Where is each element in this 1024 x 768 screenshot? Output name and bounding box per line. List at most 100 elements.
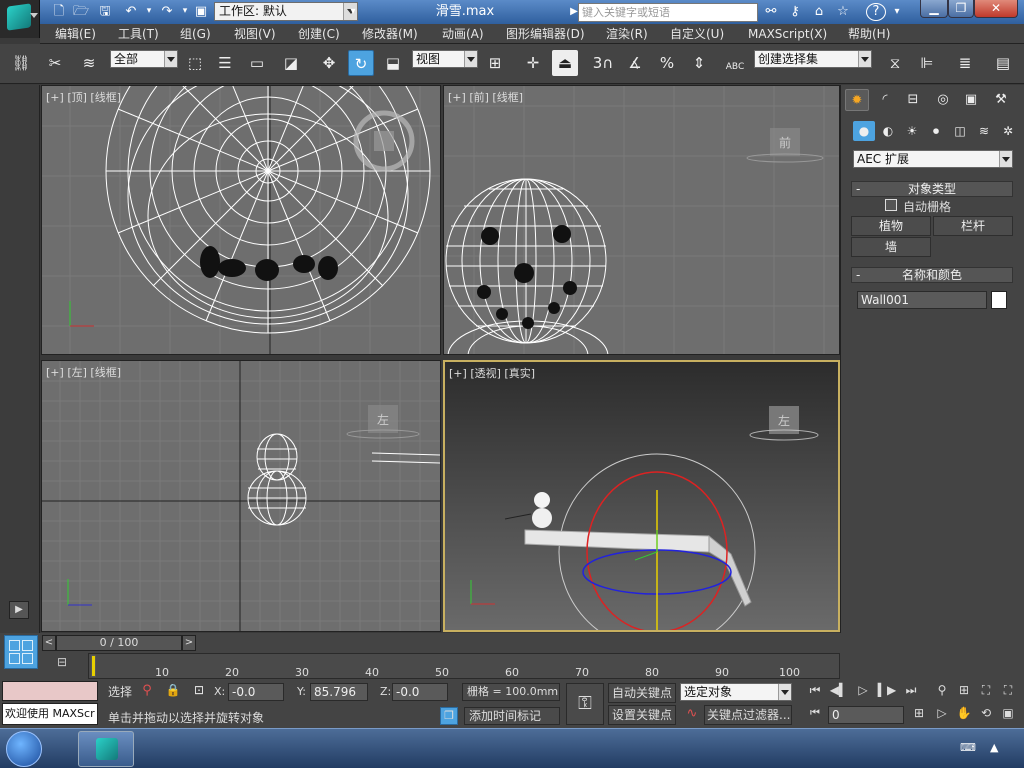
time-tag-icon[interactable]: ❐ xyxy=(440,707,458,725)
search-input[interactable]: 键入关键字或短语 xyxy=(578,3,758,22)
trackbar[interactable]: 10 20 30 40 50 60 70 80 90 100 xyxy=(88,653,840,679)
wall-button[interactable]: 墙 xyxy=(851,237,931,257)
link-icon[interactable]: ⛓ xyxy=(8,50,34,76)
viewport-top-label[interactable]: [+] [顶] [线框] xyxy=(46,89,121,105)
edit-named-selection-icon[interactable]: ABC xyxy=(722,50,748,76)
viewport-left-label[interactable]: [+] [左] [线框] xyxy=(46,364,121,380)
menu-rendering[interactable]: 渲染(R) xyxy=(606,26,648,42)
key-search-icon[interactable]: ⚷ xyxy=(786,3,804,20)
foliage-button[interactable]: 植物 xyxy=(851,216,931,236)
space-warps-icon[interactable]: ≋ xyxy=(973,121,995,141)
play-expand-icon[interactable]: ▶ xyxy=(9,601,29,619)
object-category-dropdown[interactable]: AEC 扩展 xyxy=(853,150,1013,168)
close-icon[interactable]: ✕ xyxy=(974,0,1018,18)
bind-space-warp-icon[interactable]: ≋ xyxy=(76,50,102,76)
viewport-menu-plus[interactable]: [+] xyxy=(449,367,467,380)
help-icon[interactable]: ? xyxy=(866,3,886,21)
menu-graph-editors[interactable]: 图形编辑器(D) xyxy=(506,26,585,42)
unlink-icon[interactable]: ✂ xyxy=(42,50,68,76)
project-folder-icon[interactable]: ▣ xyxy=(192,3,210,20)
reference-coordinate-dropdown[interactable]: 视图 xyxy=(412,50,478,68)
create-tab-icon[interactable]: ✹ xyxy=(845,89,869,111)
trackbar-toggle-icon[interactable]: ⊟ xyxy=(50,655,74,675)
viewport-left[interactable]: 左 [+] [左] [线框] xyxy=(41,360,441,632)
menu-maxscript[interactable]: MAXScript(X) xyxy=(748,26,827,42)
field-of-view-icon[interactable]: ▷ xyxy=(932,706,952,724)
current-frame-input[interactable]: 0 xyxy=(828,706,904,724)
communication-center-icon[interactable]: ⌂ xyxy=(810,3,828,20)
viewport-view-name[interactable]: [顶] xyxy=(67,91,87,104)
named-selection-dropdown[interactable]: 创建选择集 xyxy=(754,50,872,68)
menu-tools[interactable]: 工具(T) xyxy=(118,26,159,42)
object-type-rollout[interactable]: - 对象类型 xyxy=(851,181,1013,197)
maxscript-listener-input[interactable] xyxy=(2,681,98,701)
viewport-perspective-label[interactable]: [+] [透视] [真实] xyxy=(449,365,535,381)
viewport-layout-icon[interactable] xyxy=(4,635,38,669)
key-mode-toggle-icon[interactable]: ⏮ xyxy=(804,706,826,724)
go-to-start-icon[interactable]: ⏮ xyxy=(804,683,826,701)
menu-customize[interactable]: 自定义(U) xyxy=(670,26,724,42)
set-key-icon[interactable]: ⚿ xyxy=(566,683,604,725)
align-icon[interactable]: ⊫ xyxy=(914,50,940,76)
zoom-all-icon[interactable]: ⊞ xyxy=(954,683,974,701)
viewport-perspective[interactable]: 左 [+] [透视] [真实] xyxy=(443,360,840,632)
rectangular-selection-icon[interactable]: ▭ xyxy=(244,50,270,76)
selection-lock-icon[interactable]: 🔒 xyxy=(164,683,182,699)
pan-view-icon[interactable]: ✋ xyxy=(954,706,974,724)
isolate-selection-icon[interactable]: ⚲ xyxy=(138,683,156,699)
rotate-icon[interactable]: ↻ xyxy=(348,50,374,76)
modify-tab-icon[interactable]: ◜ xyxy=(873,89,897,111)
menu-edit[interactable]: 编辑(E) xyxy=(55,26,96,42)
trackbar-current-frame[interactable] xyxy=(91,655,96,677)
save-file-icon[interactable]: 🖫 xyxy=(96,3,114,20)
percent-snap-icon[interactable]: % xyxy=(654,50,680,76)
binoculars-icon[interactable]: ⚯ xyxy=(762,3,780,20)
scale-icon[interactable]: ⬓ xyxy=(380,50,406,76)
menu-group[interactable]: 组(G) xyxy=(180,26,211,42)
viewport-view-name[interactable]: [透视] xyxy=(470,367,501,380)
viewport-shading-mode[interactable]: [线框] xyxy=(90,91,121,104)
undo-dropdown-icon[interactable]: ▾ xyxy=(140,3,158,20)
tray-arrow-icon[interactable]: ▲ xyxy=(990,741,1004,755)
autogrid-checkbox[interactable] xyxy=(885,199,897,211)
viewport-top[interactable]: [+] [顶] [线框] xyxy=(41,85,441,355)
menu-views[interactable]: 视图(V) xyxy=(234,26,276,42)
menu-modifiers[interactable]: 修改器(M) xyxy=(362,26,418,42)
hierarchy-tab-icon[interactable]: ⊟ xyxy=(901,89,925,111)
taskbar-3dsmax-icon[interactable] xyxy=(78,731,134,767)
set-key-button[interactable]: 设置关键点 xyxy=(608,705,676,725)
key-filters-button[interactable]: 关键点过滤器... xyxy=(704,705,792,725)
menu-animation[interactable]: 动画(A) xyxy=(442,26,484,42)
pivot-center-icon[interactable]: ⊞ xyxy=(482,50,508,76)
object-color-swatch[interactable] xyxy=(991,291,1007,309)
open-file-icon[interactable]: 🗁 xyxy=(72,3,90,20)
viewport-front-label[interactable]: [+] [前] [线框] xyxy=(448,89,523,105)
viewport-shading-mode[interactable]: [线框] xyxy=(90,366,121,379)
ribbon-toggle-icon[interactable]: ▤ xyxy=(990,50,1016,76)
menu-help[interactable]: 帮助(H) xyxy=(848,26,890,42)
favorites-star-icon[interactable]: ☆ xyxy=(834,3,852,20)
go-to-end-icon[interactable]: ⏭ xyxy=(900,683,922,701)
viewport-shading-mode[interactable]: [真实] xyxy=(504,367,535,380)
time-next-icon[interactable]: > xyxy=(182,635,196,651)
shapes-icon[interactable]: ◐ xyxy=(877,121,899,141)
mirror-icon[interactable]: ⧖ xyxy=(882,50,908,76)
viewport-view-name[interactable]: [左] xyxy=(67,366,87,379)
lights-icon[interactable]: ☀ xyxy=(901,121,923,141)
menu-create[interactable]: 创建(C) xyxy=(298,26,340,42)
name-and-color-rollout[interactable]: - 名称和颜色 xyxy=(851,267,1013,283)
time-slider[interactable]: 0 / 100 xyxy=(56,635,182,651)
maximize-viewport-icon[interactable]: ▣ xyxy=(998,706,1018,724)
cameras-icon[interactable]: ⏺ xyxy=(925,121,947,141)
utilities-tab-icon[interactable]: ⚒ xyxy=(989,89,1013,111)
auto-key-button[interactable]: 自动关键点 xyxy=(608,683,676,703)
angle-snap-icon[interactable]: ∡ xyxy=(622,50,648,76)
select-by-name-icon[interactable]: ☰ xyxy=(212,50,238,76)
key-mode-dropdown[interactable]: 选定对象 xyxy=(680,683,792,701)
orbit-icon[interactable]: ⟲ xyxy=(976,706,996,724)
undo-icon[interactable]: ↶ xyxy=(122,3,140,20)
display-tab-icon[interactable]: ▣ xyxy=(959,89,983,111)
time-configuration-icon[interactable]: ⊞ xyxy=(908,706,930,724)
systems-icon[interactable]: ✲ xyxy=(997,121,1019,141)
window-crossing-icon[interactable]: ◪ xyxy=(278,50,304,76)
